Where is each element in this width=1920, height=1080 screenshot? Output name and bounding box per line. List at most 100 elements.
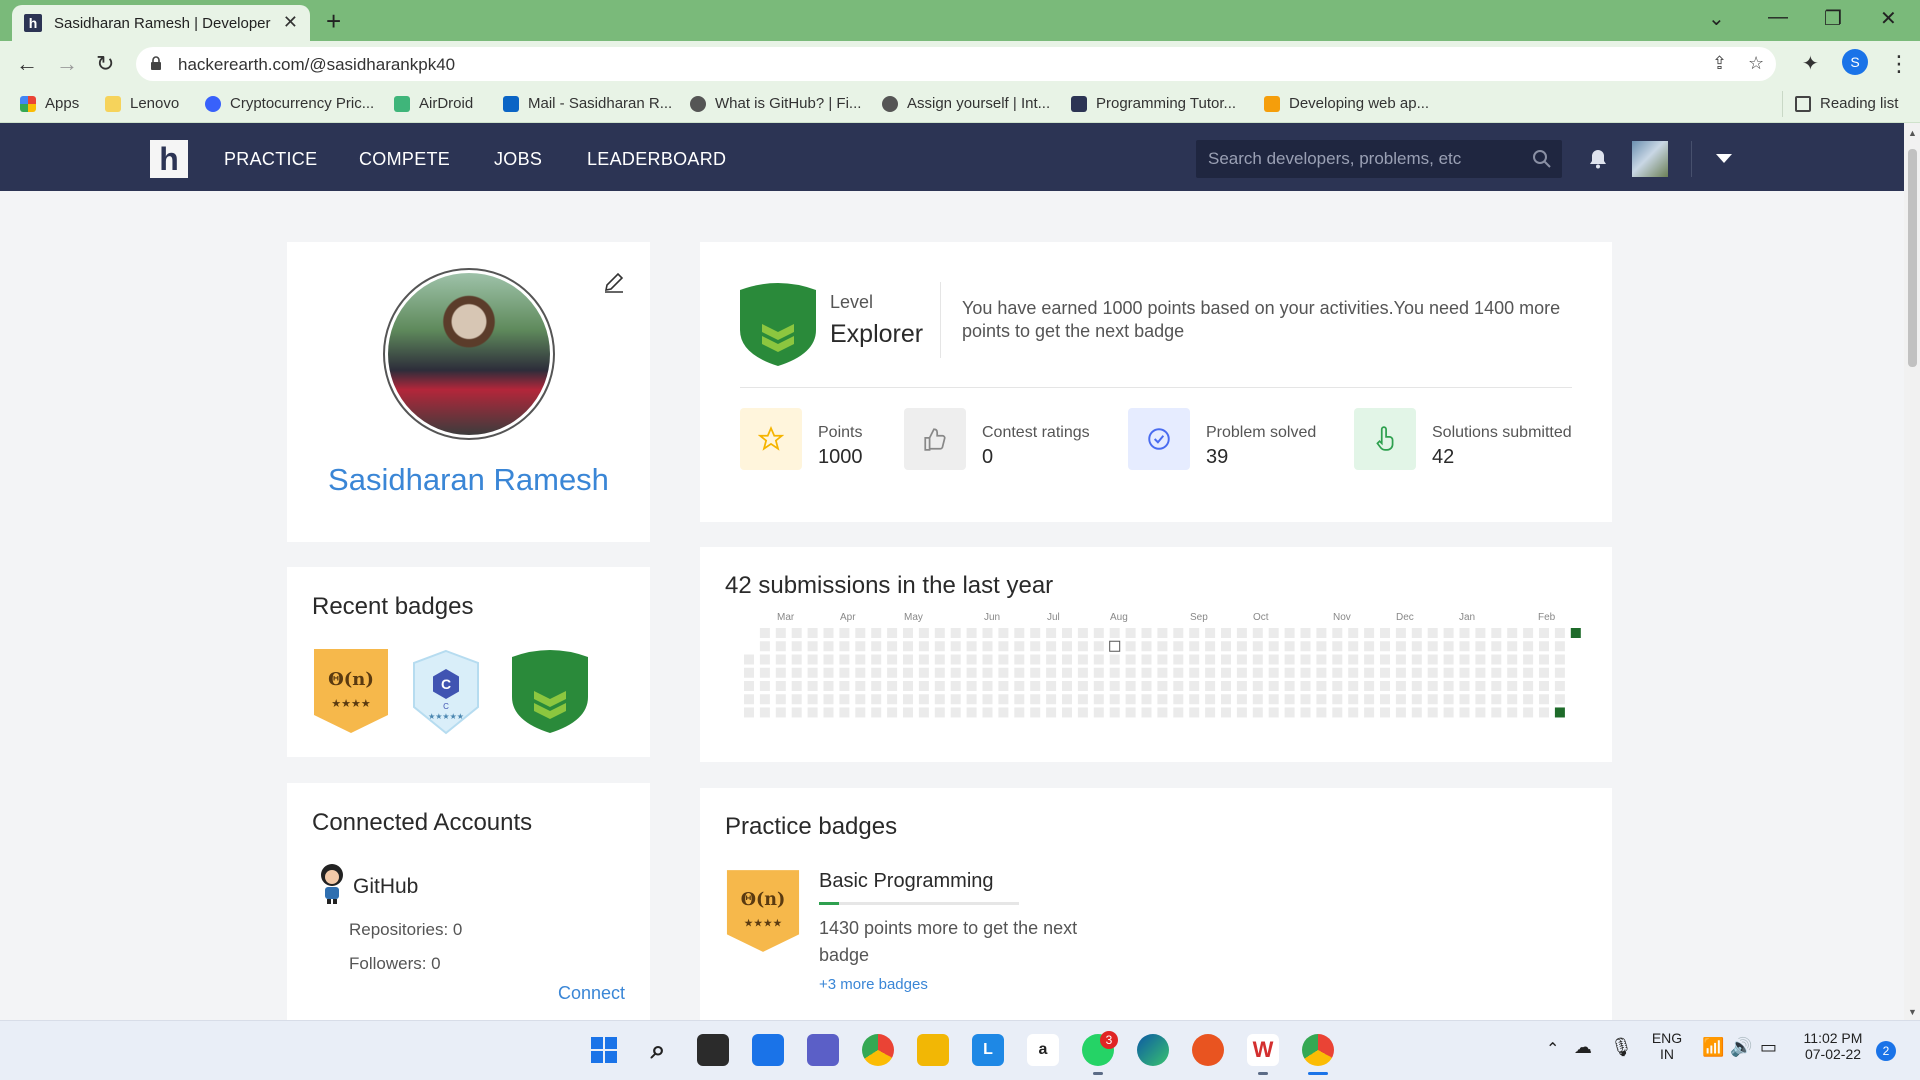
- hackerearth-logo[interactable]: h: [150, 140, 188, 178]
- heatmap-cell[interactable]: [966, 641, 977, 652]
- heatmap-cell[interactable]: [1030, 654, 1041, 665]
- heatmap-cell[interactable]: [1189, 641, 1200, 652]
- heatmap-cell[interactable]: [791, 654, 802, 665]
- bookmark-airdroid[interactable]: AirDroid: [394, 95, 473, 112]
- heatmap-cell[interactable]: [759, 707, 770, 718]
- heatmap-cell[interactable]: [1062, 628, 1072, 638]
- heatmap-cell[interactable]: [1268, 667, 1279, 678]
- profile-avatar[interactable]: S: [1842, 49, 1868, 75]
- back-icon[interactable]: ←: [16, 51, 38, 77]
- heatmap-cell[interactable]: [1523, 628, 1534, 638]
- heatmap-cell[interactable]: [1077, 680, 1088, 691]
- heatmap-cell[interactable]: [1364, 641, 1375, 652]
- heatmap-cell[interactable]: [1062, 667, 1072, 678]
- heatmap-cell[interactable]: [998, 707, 1009, 718]
- heatmap-cell[interactable]: [1427, 680, 1438, 691]
- practice-badge-name[interactable]: Basic Programming: [819, 870, 994, 893]
- heatmap-cell[interactable]: [1125, 628, 1136, 638]
- heatmap-cell[interactable]: [1491, 707, 1502, 718]
- amazon-icon[interactable]: a: [1027, 1034, 1059, 1066]
- heatmap-cell[interactable]: [1507, 628, 1518, 638]
- heatmap-cell[interactable]: [791, 641, 802, 652]
- heatmap-cell[interactable]: [1459, 628, 1470, 638]
- heatmap-cell[interactable]: [1141, 707, 1152, 718]
- heatmap-cell[interactable]: [1189, 654, 1200, 665]
- heatmap-cell[interactable]: [1093, 680, 1104, 691]
- heatmap-cell[interactable]: [1395, 680, 1406, 691]
- heatmap-cell[interactable]: [1570, 628, 1581, 638]
- heatmap-cell[interactable]: [1332, 707, 1343, 718]
- menu-kebab-icon[interactable]: ⋮: [1888, 51, 1910, 77]
- heatmap-cell[interactable]: [1173, 641, 1184, 652]
- heatmap-cell[interactable]: [1443, 628, 1454, 638]
- heatmap-cell[interactable]: [775, 628, 786, 638]
- heatmap-cell[interactable]: [807, 641, 818, 652]
- scroll-up-icon[interactable]: ▲: [1908, 128, 1917, 138]
- ubuntu-icon[interactable]: [1192, 1034, 1224, 1066]
- heatmap-cell[interactable]: [1062, 694, 1072, 705]
- heatmap-cell[interactable]: [1364, 694, 1375, 705]
- heatmap-cell[interactable]: [759, 628, 770, 638]
- heatmap-cell[interactable]: [1427, 667, 1438, 678]
- heatmap-cell[interactable]: [1173, 654, 1184, 665]
- heatmap-cell[interactable]: [1236, 694, 1247, 705]
- heatmap-cell[interactable]: [1539, 628, 1549, 638]
- heatmap-cell[interactable]: [1316, 628, 1327, 638]
- heatmap-cell[interactable]: [1030, 641, 1041, 652]
- l-app-icon[interactable]: L: [972, 1034, 1004, 1066]
- heatmap-cell[interactable]: [918, 680, 929, 691]
- heatmap-cell[interactable]: [1491, 641, 1502, 652]
- bell-icon[interactable]: [1589, 149, 1607, 169]
- scroll-thumb[interactable]: [1908, 149, 1917, 367]
- heatmap-cell[interactable]: [1427, 628, 1438, 638]
- heatmap-cell[interactable]: [855, 707, 866, 718]
- close-tab-icon[interactable]: ✕: [283, 12, 298, 33]
- heatmap-cell[interactable]: [791, 628, 802, 638]
- heatmap-cell[interactable]: [903, 707, 913, 718]
- heatmap-cell[interactable]: [1173, 680, 1184, 691]
- battery-icon[interactable]: ▭: [1760, 1037, 1777, 1058]
- heatmap-cell[interactable]: [1046, 694, 1057, 705]
- heatmap-cell[interactable]: [1507, 667, 1518, 678]
- heatmap-cell[interactable]: [950, 707, 961, 718]
- heatmap-cell[interactable]: [759, 641, 770, 652]
- heatmap-cell[interactable]: [1411, 707, 1422, 718]
- heatmap-cell[interactable]: [1411, 654, 1422, 665]
- heatmap-cell[interactable]: [1348, 641, 1359, 652]
- heatmap-cell[interactable]: [1252, 707, 1263, 718]
- heatmap-cell[interactable]: [1348, 654, 1359, 665]
- heatmap-cell[interactable]: [1539, 680, 1549, 691]
- basic-programming-badge[interactable]: Θ(n) ★★★★: [725, 868, 801, 954]
- heatmap-cell[interactable]: [982, 641, 993, 652]
- heatmap-cell[interactable]: [1364, 707, 1375, 718]
- heatmap-cell[interactable]: [791, 707, 802, 718]
- heatmap-cell[interactable]: [1221, 707, 1231, 718]
- heatmap-cell[interactable]: [1284, 654, 1295, 665]
- heatmap-cell[interactable]: [839, 641, 850, 652]
- nav-compete[interactable]: COMPETE: [359, 149, 450, 170]
- heatmap-cell[interactable]: [1300, 641, 1311, 652]
- heatmap-cell[interactable]: [1332, 654, 1343, 665]
- heatmap-cell[interactable]: [1554, 667, 1565, 678]
- heatmap-cell[interactable]: [1475, 654, 1486, 665]
- heatmap-cell[interactable]: [1141, 628, 1152, 638]
- heatmap-cell[interactable]: [1252, 641, 1263, 652]
- heatmap-cell[interactable]: [807, 680, 818, 691]
- heatmap-cell[interactable]: [918, 707, 929, 718]
- task-view-icon[interactable]: [697, 1034, 729, 1066]
- heatmap-cell[interactable]: [1077, 667, 1088, 678]
- heatmap-cell[interactable]: [1300, 707, 1311, 718]
- heatmap-cell[interactable]: [823, 628, 834, 638]
- heatmap-cell[interactable]: [1459, 667, 1470, 678]
- heatmap-cell[interactable]: [807, 628, 818, 638]
- heatmap-cell[interactable]: [1014, 628, 1025, 638]
- heatmap-cell[interactable]: [1221, 680, 1231, 691]
- heatmap-cell[interactable]: [1395, 654, 1406, 665]
- heatmap-cell[interactable]: [1236, 707, 1247, 718]
- heatmap-cell[interactable]: [1395, 628, 1406, 638]
- heatmap-cell[interactable]: [1507, 694, 1518, 705]
- heatmap-cell[interactable]: [1284, 694, 1295, 705]
- heatmap-cell[interactable]: [1157, 694, 1168, 705]
- volume-icon[interactable]: 🔊: [1730, 1037, 1752, 1058]
- heatmap-cell[interactable]: [1141, 694, 1152, 705]
